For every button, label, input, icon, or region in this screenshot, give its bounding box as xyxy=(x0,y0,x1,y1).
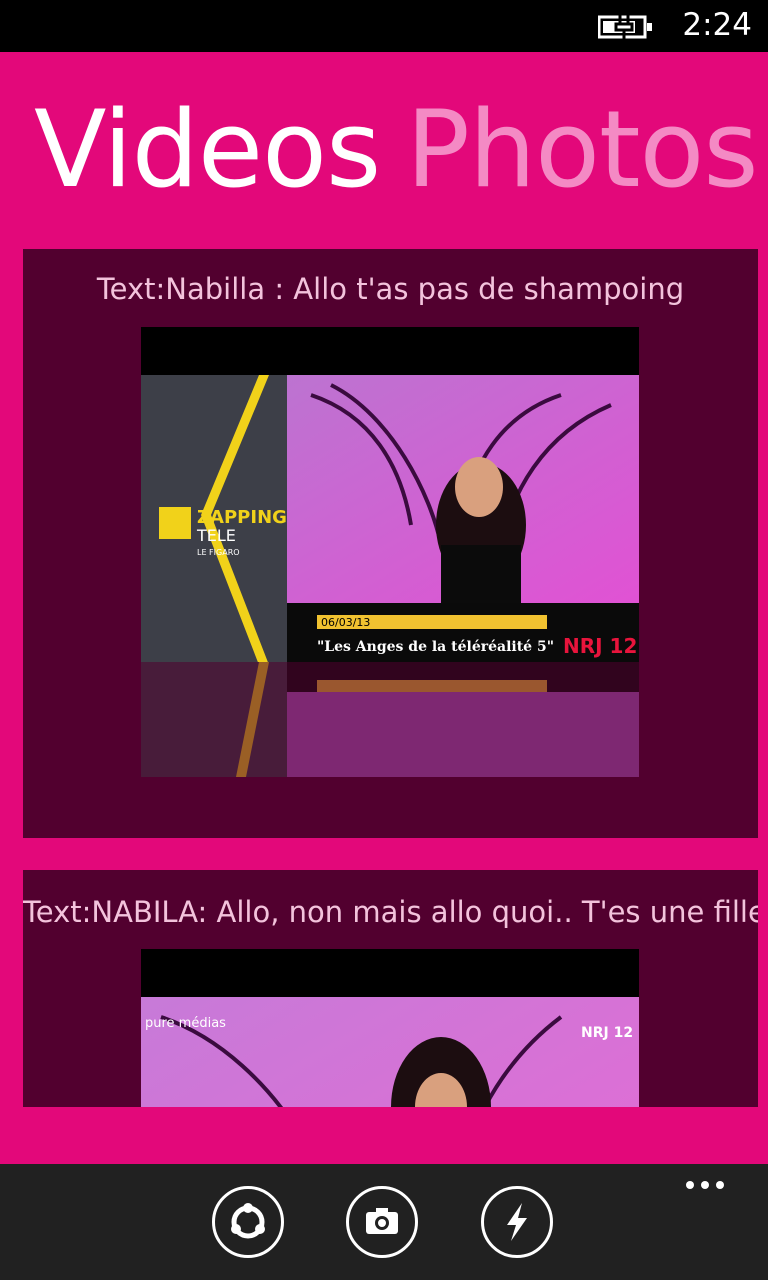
refresh-icon xyxy=(231,1203,265,1239)
tab-photos[interactable]: Photos xyxy=(406,90,759,210)
camera-button[interactable] xyxy=(346,1186,418,1258)
channel-logo-text: NRJ 12 xyxy=(581,1025,633,1041)
video-frame-image: ZAPPING TELE LE FIGARO 06/03/13 "Les Ang… xyxy=(141,375,639,662)
video-title: Text:NABILA: Allo, non mais allo quoi.. … xyxy=(23,895,758,929)
status-bar: 2:24 xyxy=(0,0,768,52)
video-card[interactable]: Text:NABILA: Allo, non mais allo quoi.. … xyxy=(23,870,758,1107)
video-thumbnail[interactable]: ZAPPING TELE LE FIGARO 06/03/13 "Les Ang… xyxy=(141,327,639,662)
channel-logo-text: NRJ 12 xyxy=(563,634,637,658)
pivot-header: Videos Photos xyxy=(0,90,768,210)
more-dots-icon[interactable] xyxy=(686,1174,732,1190)
video-card[interactable]: Text:Nabilla : Allo t'as pas de shampoin… xyxy=(23,249,758,838)
app-bar xyxy=(0,1164,768,1280)
tab-videos[interactable]: Videos xyxy=(34,90,381,210)
flash-icon xyxy=(507,1203,527,1241)
caption-overlay-text: "Les Anges de la téléréalité 5" xyxy=(317,639,554,655)
video-frame-image: pure médias NRJ 12 xyxy=(141,997,639,1107)
logo-bottom-text: TELE xyxy=(196,526,236,545)
video-reflection xyxy=(141,662,639,777)
flash-button[interactable] xyxy=(481,1186,553,1258)
video-thumbnail[interactable]: pure médias NRJ 12 xyxy=(141,949,639,1107)
video-title: Text:Nabilla : Allo t'as pas de shampoin… xyxy=(96,272,685,306)
logo-source-text: LE FIGARO xyxy=(197,548,240,557)
camera-icon xyxy=(366,1208,398,1234)
source-overlay-text: pure médias xyxy=(145,1016,226,1031)
clock: 2:24 xyxy=(682,7,752,43)
refresh-button[interactable] xyxy=(212,1186,284,1258)
logo-top-text: ZAPPING xyxy=(197,507,287,528)
battery-charging-icon xyxy=(598,14,652,40)
date-overlay-text: 06/03/13 xyxy=(321,616,370,629)
